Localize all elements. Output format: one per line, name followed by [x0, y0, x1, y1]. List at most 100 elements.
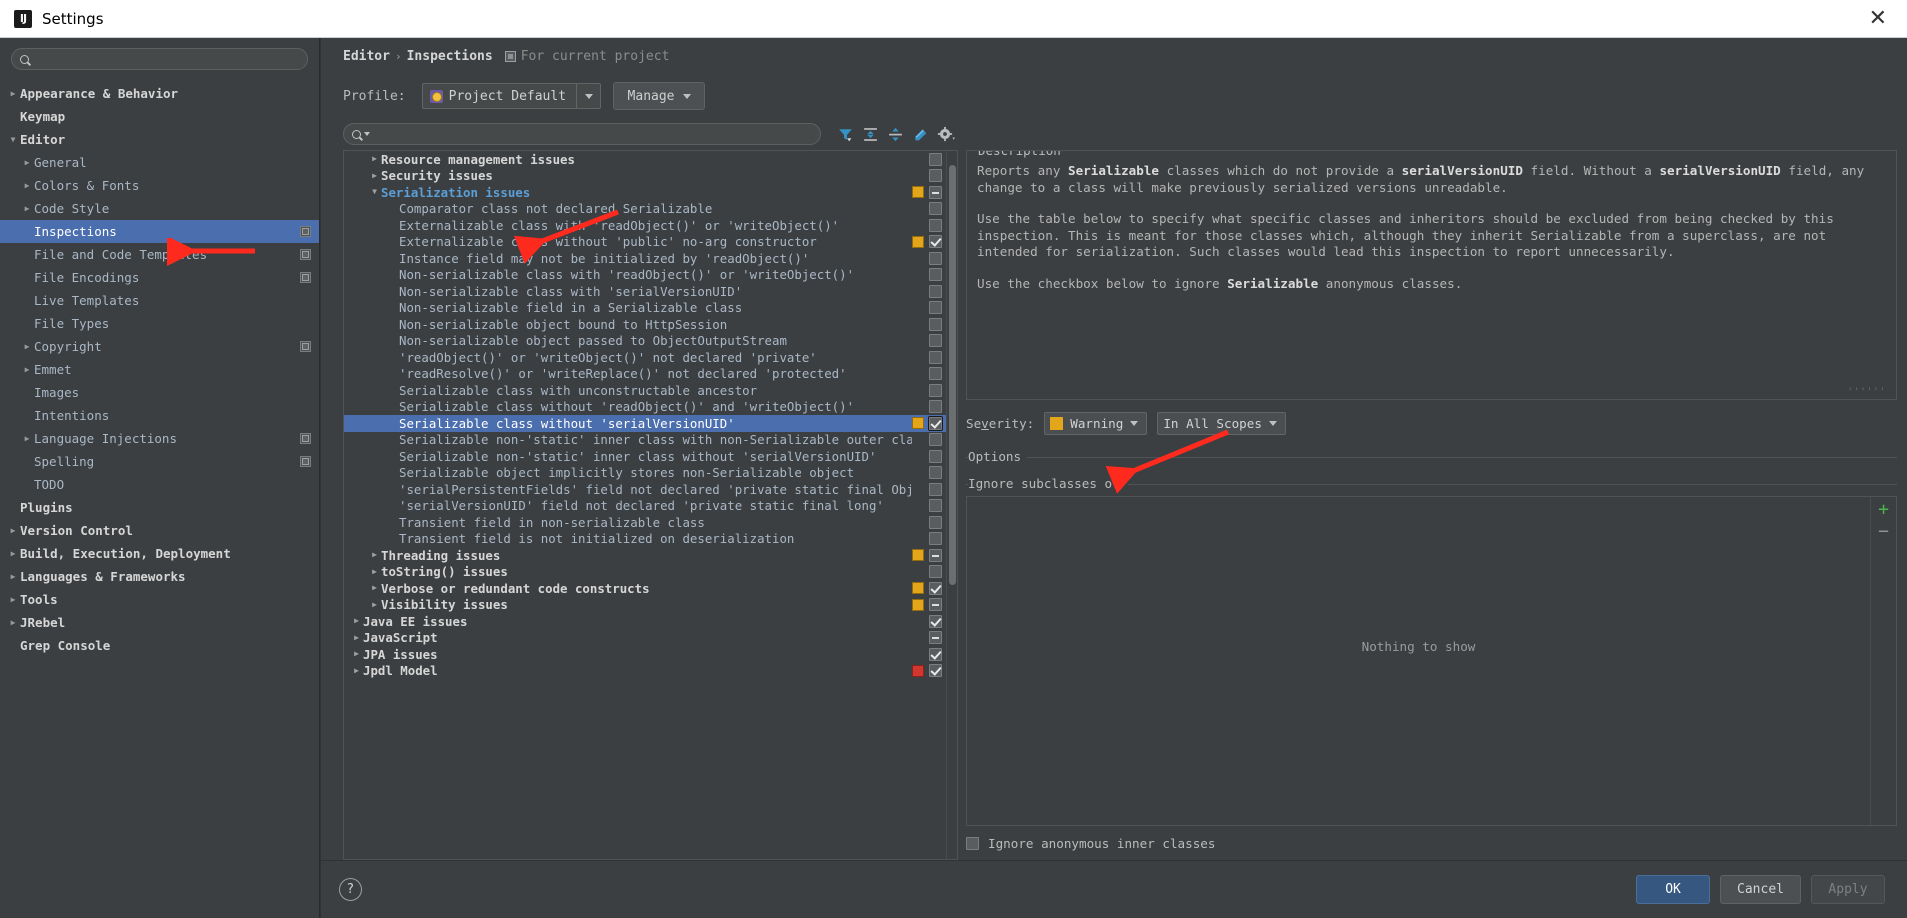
sidebar-item-jrebel[interactable]: ▶JRebel — [0, 611, 319, 634]
profile-select[interactable]: Project Default — [422, 83, 601, 109]
close-icon[interactable]: ✕ — [1863, 8, 1893, 30]
sidebar-item-tools[interactable]: ▶Tools — [0, 588, 319, 611]
inspection-tree-row[interactable]: Transient field is not initialized on de… — [344, 531, 946, 548]
sidebar-item-file-and-code-templates[interactable]: File and Code Templates — [0, 243, 319, 266]
inspection-enabled-checkbox[interactable] — [929, 483, 942, 496]
inspection-enabled-checkbox[interactable] — [929, 532, 942, 545]
sidebar-item-build-execution-deployment[interactable]: ▶Build, Execution, Deployment — [0, 542, 319, 565]
sidebar-item-emmet[interactable]: ▶Emmet — [0, 358, 319, 381]
scope-select[interactable]: In All Scopes — [1157, 412, 1286, 435]
collapse-all-icon[interactable] — [883, 122, 908, 146]
ignore-anonymous-checkbox[interactable] — [966, 837, 979, 850]
inspection-search-input[interactable] — [375, 127, 812, 141]
sidebar-item-editor[interactable]: ▼Editor — [0, 128, 319, 151]
sidebar-item-file-types[interactable]: File Types — [0, 312, 319, 335]
inspection-enabled-checkbox[interactable] — [929, 648, 942, 661]
inspection-enabled-checkbox[interactable] — [929, 384, 942, 397]
inspection-tree-row[interactable]: ▶JavaScript — [344, 630, 946, 647]
sidebar-item-file-encodings[interactable]: File Encodings — [0, 266, 319, 289]
inspection-tree-row[interactable]: ▶Resource management issues — [344, 151, 946, 168]
breadcrumb-part-editor[interactable]: Editor — [343, 49, 390, 64]
inspection-tree-row[interactable]: Serializable non-'static' inner class wi… — [344, 432, 946, 449]
scrollbar-thumb[interactable] — [949, 165, 956, 585]
breadcrumb-part-inspections[interactable]: Inspections — [407, 49, 493, 64]
inspection-enabled-checkbox[interactable] — [929, 631, 942, 644]
inspection-enabled-checkbox[interactable] — [929, 235, 942, 248]
inspection-tree-row[interactable]: Serializable non-'static' inner class wi… — [344, 448, 946, 465]
sidebar-search-box[interactable] — [11, 48, 308, 70]
sidebar-item-images[interactable]: Images — [0, 381, 319, 404]
inspection-enabled-checkbox[interactable] — [929, 367, 942, 380]
inspection-enabled-checkbox[interactable] — [929, 268, 942, 281]
sidebar-item-plugins[interactable]: Plugins — [0, 496, 319, 519]
plus-icon[interactable]: + — [1878, 503, 1889, 517]
inspection-tree-row[interactable]: Comparator class not declared Serializab… — [344, 201, 946, 218]
filter-icon[interactable] — [833, 122, 858, 146]
inspection-tree-row[interactable]: Externalizable class without 'public' no… — [344, 234, 946, 251]
inspection-enabled-checkbox[interactable] — [929, 351, 942, 364]
inspection-tree-row[interactable]: Externalizable class with 'readObject()'… — [344, 217, 946, 234]
inspection-tree-row[interactable]: ▶toString() issues — [344, 564, 946, 581]
inspection-tree-row[interactable]: Serializable class without 'serialVersio… — [344, 415, 946, 432]
inspection-enabled-checkbox[interactable] — [929, 318, 942, 331]
inspection-tree-scrollbar[interactable] — [946, 151, 957, 859]
inspection-enabled-checkbox[interactable] — [929, 499, 942, 512]
inspection-enabled-checkbox[interactable] — [929, 549, 942, 562]
inspection-enabled-checkbox[interactable] — [929, 202, 942, 215]
inspection-search-box[interactable] — [343, 123, 821, 145]
reset-icon[interactable] — [908, 122, 933, 146]
inspection-enabled-checkbox[interactable] — [929, 334, 942, 347]
ok-button[interactable]: OK — [1636, 875, 1710, 904]
severity-select[interactable]: Warning — [1044, 412, 1147, 435]
sidebar-item-copyright[interactable]: ▶Copyright — [0, 335, 319, 358]
inspection-enabled-checkbox[interactable] — [929, 186, 942, 199]
ignore-anonymous-row[interactable]: Ignore anonymous inner classes — [966, 826, 1897, 860]
inspection-enabled-checkbox[interactable] — [929, 466, 942, 479]
inspection-tree-row[interactable]: Non-serializable object bound to HttpSes… — [344, 316, 946, 333]
sidebar-item-todo[interactable]: TODO — [0, 473, 319, 496]
profile-dropdown-button[interactable] — [576, 84, 600, 108]
sidebar-item-appearance-behavior[interactable]: ▶Appearance & Behavior — [0, 82, 319, 105]
inspection-tree-row[interactable]: Non-serializable class with 'readObject(… — [344, 267, 946, 284]
apply-button[interactable]: Apply — [1811, 875, 1885, 904]
inspection-tree-row[interactable]: ▶Java EE issues — [344, 613, 946, 630]
sidebar-item-colors-fonts[interactable]: ▶Colors & Fonts — [0, 174, 319, 197]
inspection-tree-row[interactable]: ▶Jpdl Model — [344, 663, 946, 680]
inspection-tree-row[interactable]: 'readObject()' or 'writeObject()' not de… — [344, 349, 946, 366]
inspection-tree-row[interactable]: ▶Threading issues — [344, 547, 946, 564]
inspection-tree-row[interactable]: 'serialVersionUID' field not declared 'p… — [344, 498, 946, 515]
inspection-tree-row[interactable]: Serializable object implicitly stores no… — [344, 465, 946, 482]
inspection-enabled-checkbox[interactable] — [929, 450, 942, 463]
inspection-tree-row[interactable]: Non-serializable class with 'serialVersi… — [344, 283, 946, 300]
sidebar-item-intentions[interactable]: Intentions — [0, 404, 319, 427]
inspection-tree-row[interactable]: ▶JPA issues — [344, 646, 946, 663]
inspection-tree-row[interactable]: Non-serializable object passed to Object… — [344, 333, 946, 350]
inspection-tree-row[interactable]: ▼Serialization issues — [344, 184, 946, 201]
inspection-enabled-checkbox[interactable] — [929, 615, 942, 628]
cancel-button[interactable]: Cancel — [1720, 875, 1801, 904]
gear-icon[interactable] — [933, 122, 958, 146]
inspection-enabled-checkbox[interactable] — [929, 153, 942, 166]
inspection-enabled-checkbox[interactable] — [929, 433, 942, 446]
inspection-enabled-checkbox[interactable] — [929, 252, 942, 265]
inspection-tree-row[interactable]: ▶Security issues — [344, 168, 946, 185]
inspection-enabled-checkbox[interactable] — [929, 664, 942, 677]
inspection-enabled-checkbox[interactable] — [929, 400, 942, 413]
ignore-subclasses-table[interactable]: Nothing to show + − — [966, 496, 1897, 826]
inspection-tree-row[interactable]: Transient field in non-serializable clas… — [344, 514, 946, 531]
expand-all-icon[interactable] — [858, 122, 883, 146]
inspection-enabled-checkbox[interactable] — [929, 301, 942, 314]
sidebar-item-languages-frameworks[interactable]: ▶Languages & Frameworks — [0, 565, 319, 588]
sidebar-item-code-style[interactable]: ▶Code Style — [0, 197, 319, 220]
sidebar-item-general[interactable]: ▶General — [0, 151, 319, 174]
sidebar-item-version-control[interactable]: ▶Version Control — [0, 519, 319, 542]
help-button[interactable]: ? — [339, 878, 362, 901]
inspection-tree-row[interactable]: Instance field may not be initialized by… — [344, 250, 946, 267]
inspection-enabled-checkbox[interactable] — [929, 516, 942, 529]
inspection-tree-row[interactable]: 'serialPersistentFields' field not decla… — [344, 481, 946, 498]
inspection-tree-row[interactable]: ▶Visibility issues — [344, 597, 946, 614]
inspection-enabled-checkbox[interactable] — [929, 285, 942, 298]
sidebar-item-grep-console[interactable]: Grep Console — [0, 634, 319, 657]
search-input[interactable] — [35, 52, 299, 66]
inspection-enabled-checkbox[interactable] — [929, 219, 942, 232]
